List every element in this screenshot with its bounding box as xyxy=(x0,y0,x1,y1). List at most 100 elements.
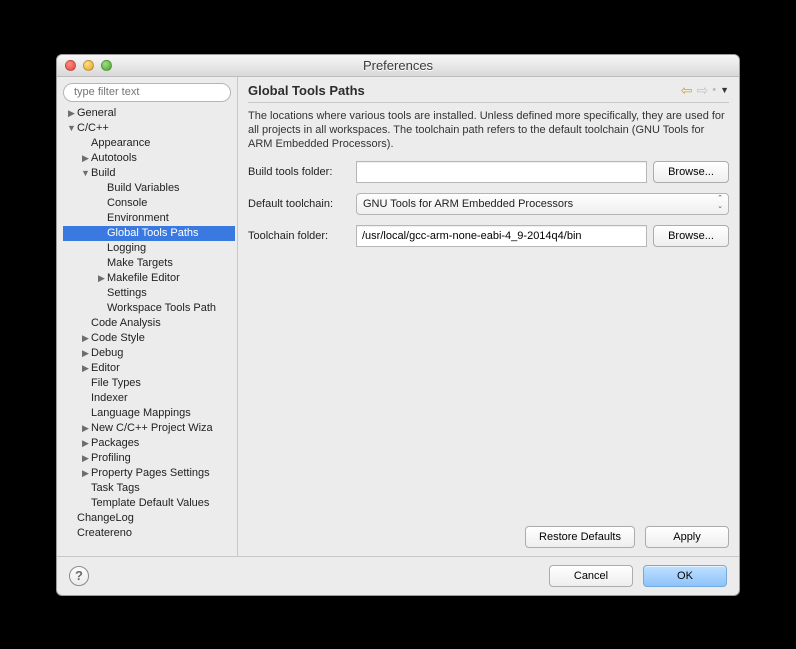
tree-item-profiling[interactable]: ▶Profiling xyxy=(63,451,235,466)
tree-item-console[interactable]: Console xyxy=(63,196,235,211)
window-title: Preferences xyxy=(57,58,739,73)
tree-item-general[interactable]: ▶General xyxy=(63,106,235,121)
tree-label: Profiling xyxy=(91,452,131,464)
tree-item-build[interactable]: ▼Build xyxy=(63,166,235,181)
chevron-right-icon[interactable]: ▶ xyxy=(81,436,90,451)
restore-defaults-button[interactable]: Restore Defaults xyxy=(525,526,635,548)
chevron-right-icon[interactable]: ▶ xyxy=(81,346,90,361)
tree-item-workspace-tools-path[interactable]: Workspace Tools Path xyxy=(63,301,235,316)
tree-item-code-analysis[interactable]: Code Analysis xyxy=(63,316,235,331)
page-header: Global Tools Paths ⇦ ⇨ • ▼ xyxy=(238,77,739,102)
nav-separator: • xyxy=(712,84,716,96)
tree-item-makefile-editor[interactable]: ▶Makefile Editor xyxy=(63,271,235,286)
chevron-down-icon[interactable]: ▼ xyxy=(81,166,90,181)
tree-item-appearance[interactable]: Appearance xyxy=(63,136,235,151)
tree-label: File Types xyxy=(91,377,141,389)
close-icon[interactable] xyxy=(65,60,76,71)
tree-item-build-variables[interactable]: Build Variables xyxy=(63,181,235,196)
ok-button[interactable]: OK xyxy=(643,565,727,587)
tree-label: Template Default Values xyxy=(91,497,209,509)
flex-spacer xyxy=(248,257,729,522)
tree-item-make-targets[interactable]: Make Targets xyxy=(63,256,235,271)
sidebar: ▶General ▼C/C++ Appearance ▶Autotools ▼B… xyxy=(57,77,238,556)
tree-label: Console xyxy=(107,197,147,209)
preferences-window: Preferences ▶General ▼C/C++ Appearance ▶… xyxy=(56,54,740,596)
tree-item-createreno[interactable]: Createreno xyxy=(63,526,235,541)
row-default-toolchain: Default toolchain: GNU Tools for ARM Emb… xyxy=(248,193,729,215)
apply-button[interactable]: Apply xyxy=(645,526,729,548)
tree-label: Autotools xyxy=(91,152,137,164)
tree-label: Indexer xyxy=(91,392,128,404)
chevron-right-icon[interactable]: ▶ xyxy=(81,151,90,166)
browse-toolchain-button[interactable]: Browse... xyxy=(653,225,729,247)
select-value: GNU Tools for ARM Embedded Processors xyxy=(363,198,573,210)
chevron-down-icon[interactable]: ▼ xyxy=(67,121,76,136)
window-body: ▶General ▼C/C++ Appearance ▶Autotools ▼B… xyxy=(57,77,739,556)
tree-item-property-pages[interactable]: ▶Property Pages Settings xyxy=(63,466,235,481)
tree-label: Environment xyxy=(107,212,169,224)
filter-input[interactable] xyxy=(63,83,231,102)
chevron-right-icon[interactable]: ▶ xyxy=(81,451,90,466)
tree-label: Debug xyxy=(91,347,123,359)
tree-item-indexer[interactable]: Indexer xyxy=(63,391,235,406)
chevron-right-icon[interactable]: ▶ xyxy=(81,361,90,376)
tree-item-language-mappings[interactable]: Language Mappings xyxy=(63,406,235,421)
menu-caret-icon[interactable]: ▼ xyxy=(720,85,729,95)
tree-label: Build Variables xyxy=(107,182,180,194)
tree-item-new-project-wizard[interactable]: ▶New C/C++ Project Wiza xyxy=(63,421,235,436)
tree-item-file-types[interactable]: File Types xyxy=(63,376,235,391)
page-button-row: Restore Defaults Apply xyxy=(248,522,729,556)
tree-label: Build xyxy=(91,167,115,179)
tree-label: New C/C++ Project Wiza xyxy=(91,422,213,434)
preference-tree[interactable]: ▶General ▼C/C++ Appearance ▶Autotools ▼B… xyxy=(63,106,237,556)
tree-label: Settings xyxy=(107,287,147,299)
tree-item-global-tools-paths[interactable]: Global Tools Paths xyxy=(63,226,235,241)
tree-label: Editor xyxy=(91,362,120,374)
row-toolchain-folder: Toolchain folder: Browse... xyxy=(248,225,729,247)
titlebar[interactable]: Preferences xyxy=(57,55,739,77)
default-toolchain-label: Default toolchain: xyxy=(248,198,350,210)
build-tools-input[interactable] xyxy=(356,161,647,183)
tree-label: Workspace Tools Path xyxy=(107,302,216,314)
forward-arrow-icon: ⇨ xyxy=(696,83,708,97)
chevron-right-icon[interactable]: ▶ xyxy=(81,421,90,436)
tree-label: C/C++ xyxy=(77,122,109,134)
tree-label: Task Tags xyxy=(91,482,140,494)
tree-item-code-style[interactable]: ▶Code Style xyxy=(63,331,235,346)
window-controls xyxy=(57,60,112,71)
chevron-right-icon[interactable]: ▶ xyxy=(97,271,106,286)
tree-label: Code Analysis xyxy=(91,317,161,329)
tree-item-cpp[interactable]: ▼C/C++ xyxy=(63,121,235,136)
tree-label: Logging xyxy=(107,242,146,254)
page-description: The locations where various tools are in… xyxy=(248,102,729,161)
cancel-button[interactable]: Cancel xyxy=(549,565,633,587)
tree-label: Code Style xyxy=(91,332,145,344)
browse-build-tools-button[interactable]: Browse... xyxy=(653,161,729,183)
tree-item-packages[interactable]: ▶Packages xyxy=(63,436,235,451)
tree-item-logging[interactable]: Logging xyxy=(63,241,235,256)
tree-item-task-tags[interactable]: Task Tags xyxy=(63,481,235,496)
chevron-right-icon[interactable]: ▶ xyxy=(81,466,90,481)
tree-label: General xyxy=(77,107,116,119)
toolchain-folder-input[interactable] xyxy=(356,225,647,247)
default-toolchain-select[interactable]: GNU Tools for ARM Embedded Processors xyxy=(356,193,729,215)
chevron-right-icon[interactable]: ▶ xyxy=(67,106,76,121)
tree-item-autotools[interactable]: ▶Autotools xyxy=(63,151,235,166)
tree-label: Property Pages Settings xyxy=(91,467,210,479)
tree-item-template-defaults[interactable]: Template Default Values xyxy=(63,496,235,511)
tree-item-changelog[interactable]: ChangeLog xyxy=(63,511,235,526)
build-tools-label: Build tools folder: xyxy=(248,166,350,178)
tree-label: Createreno xyxy=(77,527,132,539)
page-nav: ⇦ ⇨ • ▼ xyxy=(681,83,729,97)
dialog-button-bar: ? Cancel OK xyxy=(57,556,739,595)
zoom-icon[interactable] xyxy=(101,60,112,71)
minimize-icon[interactable] xyxy=(83,60,94,71)
back-arrow-icon[interactable]: ⇦ xyxy=(681,83,693,97)
tree-item-environment[interactable]: Environment xyxy=(63,211,235,226)
tree-item-settings[interactable]: Settings xyxy=(63,286,235,301)
chevron-right-icon[interactable]: ▶ xyxy=(81,331,90,346)
help-button[interactable]: ? xyxy=(69,566,89,586)
tree-label: Language Mappings xyxy=(91,407,191,419)
tree-item-editor[interactable]: ▶Editor xyxy=(63,361,235,376)
tree-item-debug[interactable]: ▶Debug xyxy=(63,346,235,361)
